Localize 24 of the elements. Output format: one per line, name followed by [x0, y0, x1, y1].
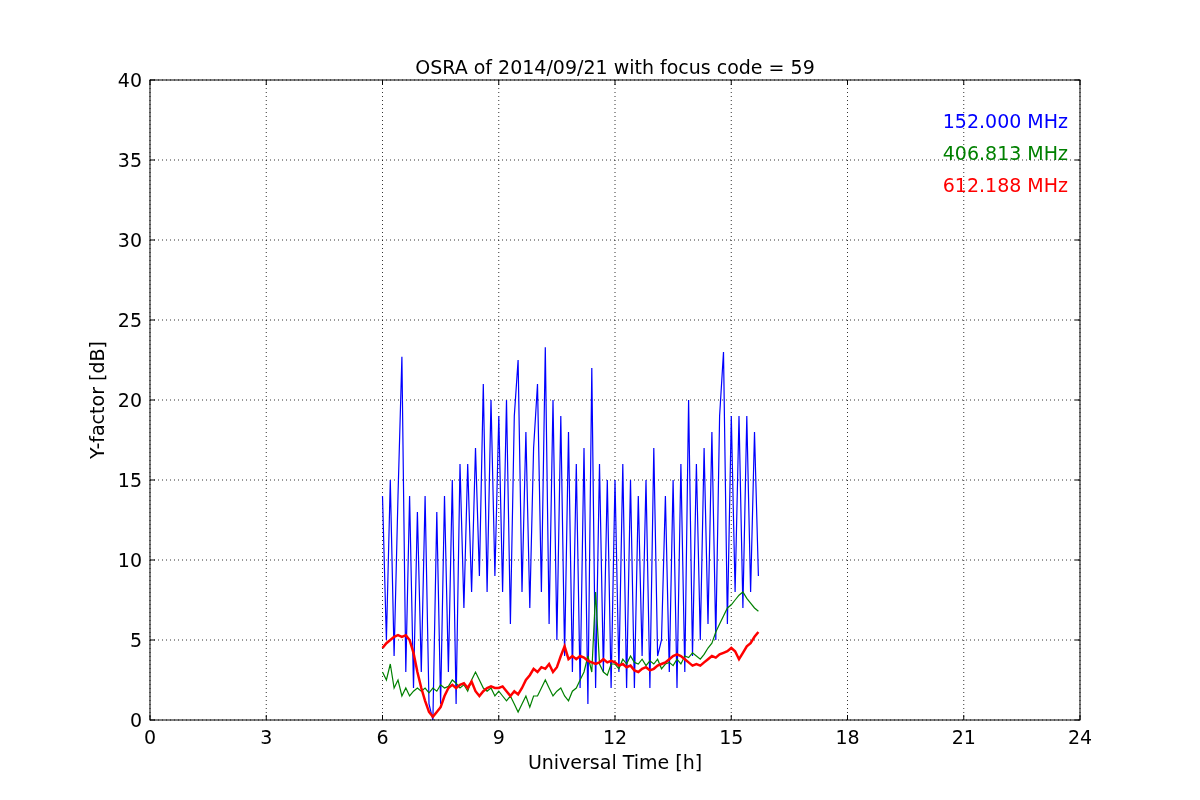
tick-label: 6 [376, 726, 389, 748]
tick-label: 24 [1067, 726, 1093, 748]
tick-label: 21 [951, 726, 976, 748]
tick-label: 30 [117, 229, 142, 251]
legend-label: 406.813 MHz [942, 142, 1068, 164]
chart-title: OSRA of 2014/09/21 with focus code = 59 [415, 56, 815, 78]
tick-label: 25 [117, 309, 142, 331]
tick-label: 18 [835, 726, 860, 748]
tick-label: 10 [117, 549, 142, 571]
tick-label: 5 [129, 629, 142, 651]
tick-label: 12 [602, 726, 628, 748]
tick-label: 0 [143, 726, 157, 748]
legend-label: 612.188 MHz [942, 174, 1068, 196]
tick-label: 15 [719, 726, 744, 748]
legend-label: 152.000 MHz [942, 110, 1068, 132]
tick-label: 9 [492, 726, 505, 748]
tick-label: 3 [260, 726, 273, 748]
tick-label: 15 [117, 469, 142, 491]
tick-label: 20 [117, 389, 142, 411]
tick-label: 40 [117, 69, 142, 91]
axis-label: Universal Time [h] [527, 751, 703, 773]
tick-label: 35 [117, 149, 142, 171]
axis-label: Y-factor [dB] [86, 341, 108, 459]
tick-label: 0 [129, 709, 142, 731]
